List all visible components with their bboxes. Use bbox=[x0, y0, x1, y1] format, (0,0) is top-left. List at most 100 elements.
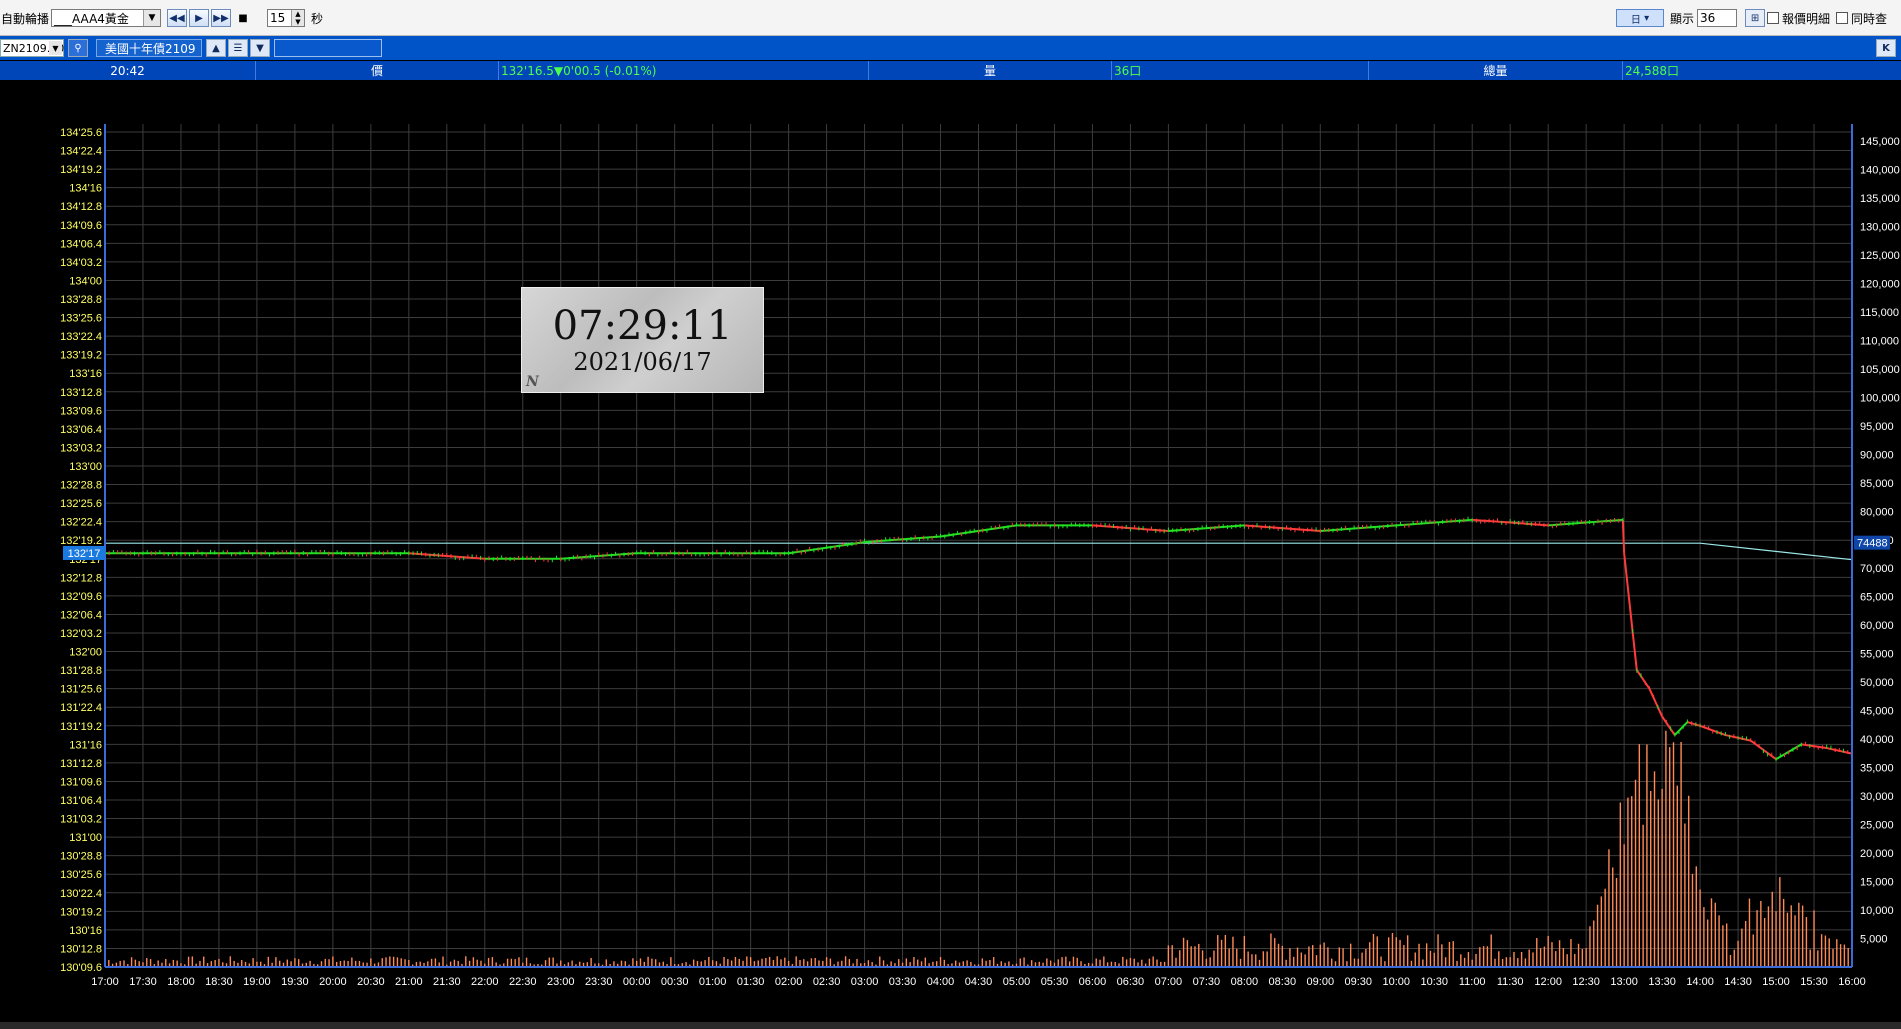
price-tick-label: 132'12.8 bbox=[60, 572, 102, 584]
time-tick-label: 18:30 bbox=[205, 976, 233, 988]
volume-tick-label: 100,000 bbox=[1860, 392, 1900, 404]
detail-checkbox[interactable] bbox=[1767, 12, 1780, 24]
volume-tick-label: 50,000 bbox=[1860, 677, 1894, 689]
time-tick-label: 04:30 bbox=[965, 976, 993, 988]
price-tick-label: 133'06.4 bbox=[60, 424, 102, 436]
time-tick-label: 05:00 bbox=[1003, 976, 1031, 988]
symbol-select[interactable]: ZN2109.20 ▼ bbox=[0, 39, 64, 57]
interval-stepper[interactable]: 15 ▲ ▼ bbox=[267, 9, 305, 27]
price-tick-label: 132'03.2 bbox=[60, 628, 102, 640]
time-tick-label: 16:00 bbox=[1838, 976, 1866, 988]
time-tick-label: 15:00 bbox=[1762, 976, 1790, 988]
price-tick-label: 131'00 bbox=[69, 832, 102, 844]
rewind-button[interactable]: ◀◀ bbox=[167, 9, 187, 27]
volume-tick-label: 80,000 bbox=[1860, 506, 1894, 518]
sync-label: 同時查 bbox=[1851, 11, 1888, 26]
sync-checkbox[interactable] bbox=[1836, 12, 1849, 24]
quick-input[interactable] bbox=[274, 39, 382, 57]
price-tick-label: 134'25.6 bbox=[60, 127, 102, 139]
stop-button[interactable]: ■ bbox=[233, 9, 253, 27]
time-tick-label: 15:30 bbox=[1800, 976, 1828, 988]
chart-grid bbox=[104, 124, 1853, 968]
price-tick-label: 134'09.6 bbox=[60, 220, 102, 232]
quote-time: 20:42 bbox=[0, 61, 256, 80]
total-volume-value: 24,588口 bbox=[1625, 64, 1679, 78]
period-button[interactable]: 日 ▾ bbox=[1616, 9, 1664, 27]
volume-tick-label: 10,000 bbox=[1860, 905, 1894, 917]
volume-tick-label: 130,000 bbox=[1860, 221, 1900, 233]
price-tick-label: 134'19.2 bbox=[60, 164, 102, 176]
price-volume-chart[interactable]: 134'25.6 134'22.4 134'19.2 134'16 134'12.8 13… bbox=[0, 80, 1901, 1022]
price-tick-label: 131'28.8 bbox=[60, 665, 102, 677]
down-arrow-button[interactable]: ▼ bbox=[250, 39, 270, 57]
display-count-input[interactable]: 36 bbox=[1697, 9, 1738, 27]
time-tick-label: 18:00 bbox=[167, 976, 195, 988]
price-tick-label: 130'16 bbox=[69, 925, 102, 937]
price-tick-label: 134'06.4 bbox=[60, 238, 102, 250]
up-arrow-button[interactable]: ▲ bbox=[206, 39, 226, 57]
time-tick-label: 20:00 bbox=[319, 976, 347, 988]
time-tick-label: 11:30 bbox=[1497, 976, 1524, 988]
time-tick-label: 07:00 bbox=[1155, 976, 1183, 988]
volume-tick-label: 125,000 bbox=[1860, 250, 1900, 262]
price-tick-label: 132'25.6 bbox=[60, 498, 102, 510]
price-label: 價 bbox=[256, 61, 499, 80]
time-tick-label: 17:30 bbox=[129, 976, 157, 988]
fast-forward-button[interactable]: ▶▶ bbox=[211, 9, 231, 27]
list-icon[interactable]: ☰ bbox=[228, 39, 248, 57]
volume-tick-label: 140,000 bbox=[1860, 164, 1900, 176]
volume-tick-label: 20,000 bbox=[1860, 848, 1894, 860]
volume-tick-label: 60,000 bbox=[1860, 620, 1894, 632]
time-tick-label: 23:00 bbox=[547, 976, 575, 988]
seconds-label: 秒 bbox=[311, 11, 324, 26]
volume-tick-label: 105,000 bbox=[1860, 364, 1900, 376]
price-tick-label: 132'09.6 bbox=[60, 591, 102, 603]
volume-tick-label: 45,000 bbox=[1860, 706, 1894, 718]
volume-tick-label: 5,000 bbox=[1860, 934, 1888, 946]
clock-date: 2021/06/17 bbox=[573, 348, 712, 376]
time-tick-label: 14:30 bbox=[1724, 976, 1752, 988]
price-tick-label: 133'25.6 bbox=[60, 313, 102, 325]
time-tick-label: 11:00 bbox=[1459, 976, 1486, 988]
price-tick-label: 130'28.8 bbox=[60, 851, 102, 863]
time-tick-label: 21:00 bbox=[395, 976, 423, 988]
price-tick-label: 130'09.6 bbox=[60, 962, 102, 974]
time-tick-label: 09:00 bbox=[1307, 976, 1335, 988]
time-tick-label: 03:30 bbox=[889, 976, 917, 988]
detail-label: 報價明細 bbox=[1782, 11, 1831, 26]
total-volume-label: 總量 bbox=[1369, 61, 1623, 80]
stepper-arrows-icon[interactable]: ▲ ▼ bbox=[291, 10, 304, 26]
time-tick-label: 22:30 bbox=[509, 976, 537, 988]
price-tick-label: 134'00 bbox=[69, 275, 102, 287]
volume-tick-label: 15,000 bbox=[1860, 877, 1894, 889]
time-tick-label: 07:30 bbox=[1193, 976, 1221, 988]
search-icon[interactable]: ⚲ bbox=[68, 39, 88, 57]
time-tick-label: 02:30 bbox=[813, 976, 841, 988]
current-price-label: 132'17 bbox=[68, 548, 101, 560]
price-tick-label: 131'03.2 bbox=[60, 814, 102, 826]
grid-icon[interactable]: ⊞ bbox=[1745, 9, 1766, 27]
clock-logo: N bbox=[526, 374, 539, 390]
price-tick-label: 132'00 bbox=[69, 647, 102, 659]
volume-tick-label: 90,000 bbox=[1860, 449, 1894, 461]
time-tick-label: 02:00 bbox=[775, 976, 803, 988]
price-tick-label: 131'19.2 bbox=[60, 721, 102, 733]
group-select[interactable]: ___AAA4黃金 ▼ bbox=[51, 9, 161, 27]
time-tick-label: 19:30 bbox=[281, 976, 309, 988]
price-tick-label: 132'06.4 bbox=[60, 609, 102, 621]
price-tick-label: 133'16 bbox=[69, 368, 102, 380]
time-tick-label: 13:00 bbox=[1610, 976, 1638, 988]
instrument-name: 美國十年債2109 bbox=[96, 39, 202, 57]
k-button[interactable]: K bbox=[1876, 39, 1896, 57]
price-tick-label: 131'12.8 bbox=[60, 758, 102, 770]
price-tick-label: 131'06.4 bbox=[60, 795, 102, 807]
volume-tick-label: 30,000 bbox=[1860, 791, 1894, 803]
volume-tick-label: 115,000 bbox=[1860, 307, 1899, 319]
price-tick-label: 131'25.6 bbox=[60, 684, 102, 696]
quote-info-bar: 20:42 價 132'16.5▼0'00.5 (-0.01%) 量 36口 總… bbox=[0, 61, 1901, 80]
current-volume-label: 74488 bbox=[1857, 538, 1888, 550]
price-segment bbox=[1621, 519, 1626, 554]
clock-widget[interactable]: 07:29:11 2021/06/17 N bbox=[521, 287, 764, 393]
play-button[interactable]: ▶ bbox=[189, 9, 209, 27]
price-tick-label: 133'22.4 bbox=[60, 331, 102, 343]
